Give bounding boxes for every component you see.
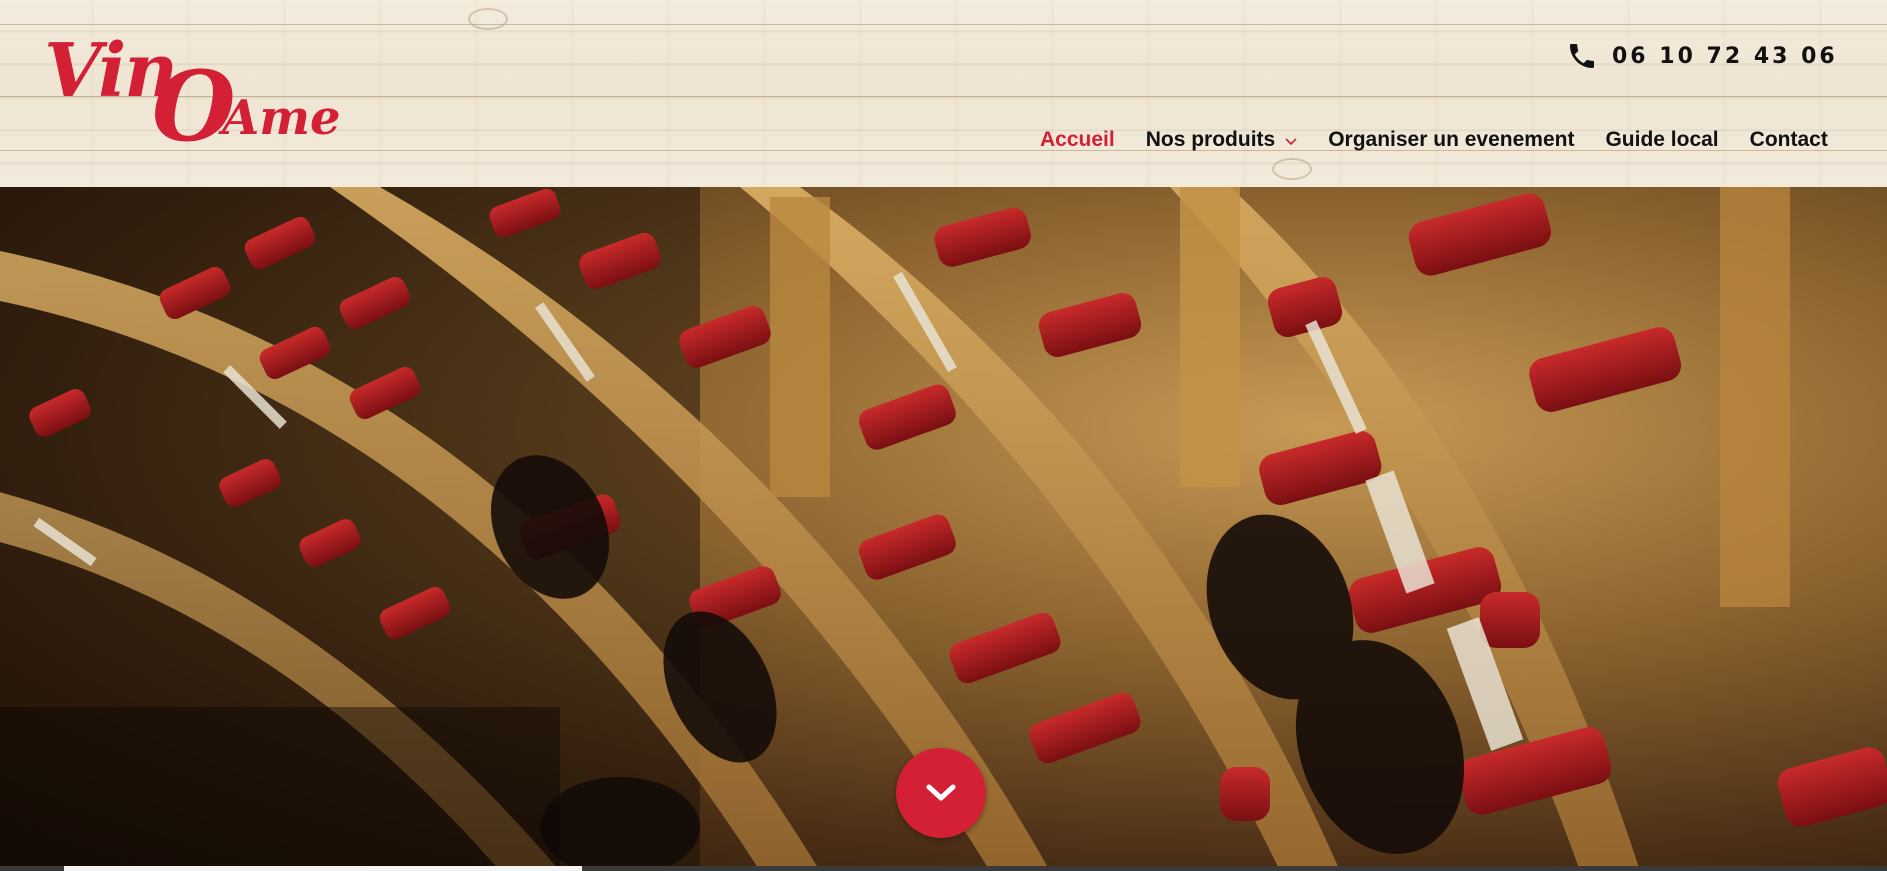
nav-item-accueil[interactable]: Accueil	[1040, 128, 1115, 191]
site-logo[interactable]: Vin O Ame	[44, 28, 341, 163]
nav-item-label: Accueil	[1040, 128, 1115, 151]
wood-knot	[468, 8, 508, 30]
bottom-strip	[0, 866, 1887, 871]
nav-item-nos-produits[interactable]: Nos produits	[1146, 128, 1298, 152]
wood-knot	[1272, 158, 1312, 180]
bottom-strip-segment	[64, 866, 582, 871]
wood-grain	[0, 24, 1887, 25]
phone-icon	[1570, 44, 1594, 68]
nav-item-organiser-evenement[interactable]: Organiser un evenement	[1328, 128, 1574, 152]
chevron-down-icon	[926, 784, 956, 801]
phone-number: 06 10 72 43 06	[1612, 43, 1838, 69]
nav-item-label: Contact	[1749, 128, 1828, 151]
main-nav: Accueil Nos produits Organiser un evenem…	[1040, 120, 1828, 191]
nav-item-label: Guide local	[1605, 128, 1719, 151]
nav-item-label: Nos produits	[1145, 128, 1276, 151]
nav-item-label: Organiser un evenement	[1328, 128, 1575, 151]
scroll-down-button[interactable]	[896, 748, 986, 838]
chevron-down-icon	[1285, 138, 1297, 146]
site-header: Vin O Ame 06 10 72 43 06 Accueil Nos pro…	[0, 0, 1887, 191]
logo-text: Ame	[222, 90, 341, 146]
nav-item-guide-local[interactable]: Guide local	[1605, 128, 1718, 152]
phone-contact[interactable]: 06 10 72 43 06	[1566, 36, 1838, 76]
nav-item-contact[interactable]: Contact	[1750, 128, 1828, 152]
